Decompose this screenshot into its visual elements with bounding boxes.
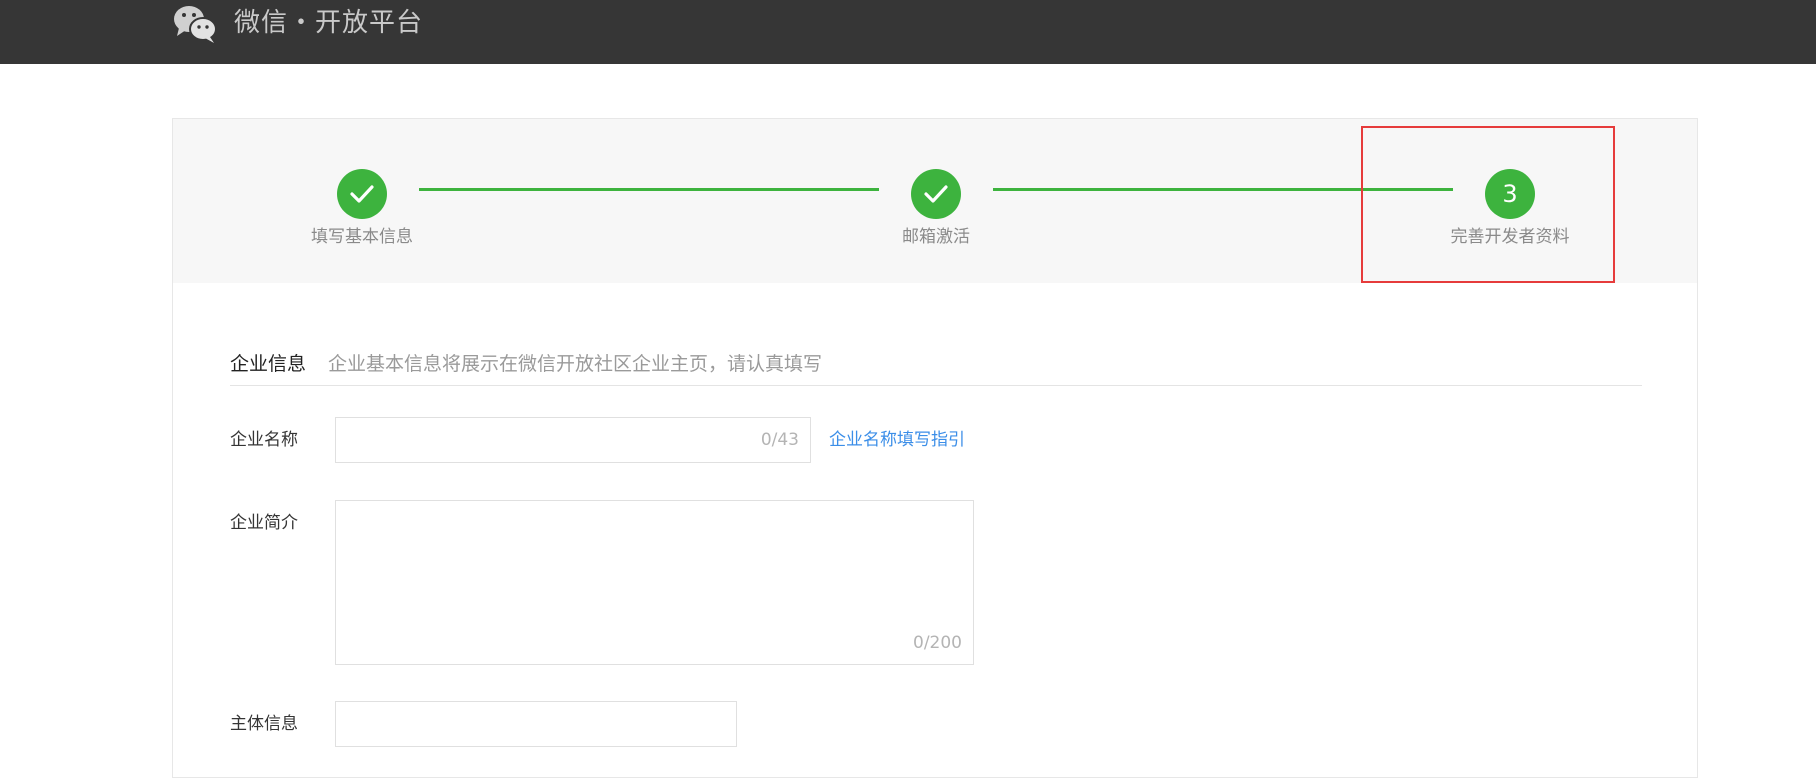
registration-panel: 填写基本信息 邮箱激活 3 完善开发者资料 企业信息 企业基本信息将展示在微信开… [172,118,1698,778]
progress-steps: 填写基本信息 邮箱激活 3 完善开发者资料 [173,119,1697,283]
step-2-check-circle [911,169,961,219]
section-header: 企业信息 企业基本信息将展示在微信开放社区企业主页，请认真填写 [230,349,1642,386]
step-connector-1 [419,188,879,191]
company-intro-counter: 0/200 [913,633,962,653]
current-step-highlight [1361,126,1615,283]
entity-info-label: 主体信息 [230,714,298,734]
brand-title[interactable]: 微信・开放平台 [234,5,423,41]
check-icon [924,185,948,203]
wechat-logo-icon[interactable] [172,2,220,46]
check-icon [350,185,374,203]
step-1-check-circle [337,169,387,219]
company-name-counter: 0/43 [760,430,799,450]
section-title: 企业信息 [230,353,307,375]
top-navigation-bar: 微信・开放平台 [0,0,1816,64]
section-description: 企业基本信息将展示在微信开放社区企业主页，请认真填写 [328,353,823,375]
company-intro-textarea[interactable]: 0/200 [335,500,974,665]
entity-info-input[interactable] [335,701,737,747]
step-1-label: 填写基本信息 [311,227,413,247]
company-name-label: 企业名称 [230,430,298,450]
company-name-guide-link[interactable]: 企业名称填写指引 [829,428,965,452]
step-2-label: 邮箱激活 [902,227,970,247]
company-intro-label: 企业简介 [230,513,298,533]
company-name-input[interactable]: 0/43 [335,417,811,463]
